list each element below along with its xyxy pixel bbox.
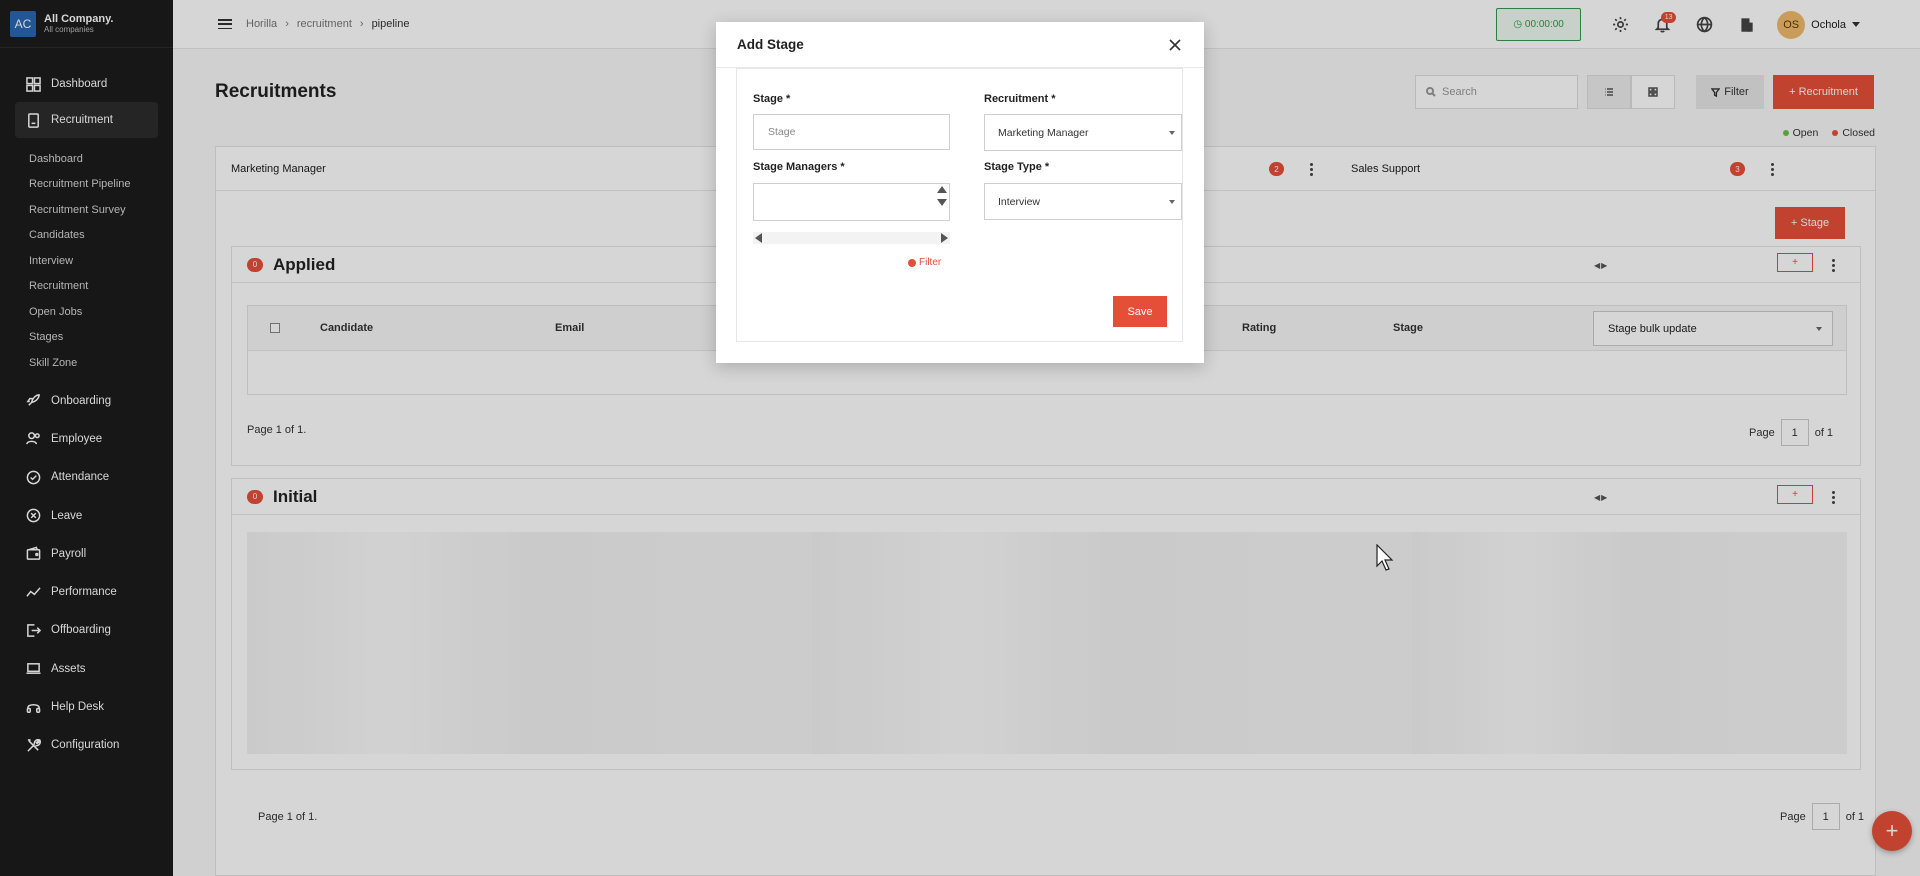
close-icon[interactable] — [1168, 38, 1182, 52]
stage-type-select[interactable]: Interview — [984, 183, 1182, 220]
managers-filter-link[interactable]: Filter — [908, 257, 941, 268]
recruitment-select[interactable]: Marketing Manager — [984, 114, 1182, 151]
stage-managers-listbox[interactable] — [753, 183, 950, 221]
scroll-down-icon[interactable] — [937, 199, 947, 206]
stage-type-value: Interview — [998, 195, 1041, 208]
stage-placeholder: Stage — [768, 126, 796, 138]
stage-managers-label: Stage Managers * — [753, 161, 845, 173]
scroll-right-icon[interactable] — [941, 233, 948, 243]
listbox-scroll[interactable] — [937, 186, 947, 206]
filter-link-label: Filter — [919, 257, 942, 268]
modal-title: Add Stage — [737, 37, 804, 52]
chevron-down-icon — [1169, 199, 1175, 204]
mouse-cursor-icon — [1376, 544, 1394, 571]
add-stage-modal: Add Stage Stage * Stage Recruitment * Ma… — [716, 22, 1204, 363]
stage-input[interactable]: Stage — [753, 114, 950, 150]
stage-type-label: Stage Type * — [984, 161, 1050, 173]
recruitment-value: Marketing Manager — [998, 126, 1089, 139]
chevron-down-icon — [1169, 130, 1175, 135]
scroll-up-icon[interactable] — [937, 186, 947, 193]
scroll-left-icon[interactable] — [755, 233, 762, 243]
add-stage-form: Stage * Stage Recruitment * Marketing Ma… — [736, 68, 1183, 342]
stage-label: Stage * — [753, 93, 791, 105]
horizontal-scrollbar[interactable] — [753, 232, 950, 244]
save-button[interactable]: Save — [1113, 296, 1167, 327]
modal-header: Add Stage — [716, 22, 1204, 68]
recruitment-label: Recruitment * — [984, 93, 1056, 105]
filter-dot-icon — [908, 258, 916, 267]
